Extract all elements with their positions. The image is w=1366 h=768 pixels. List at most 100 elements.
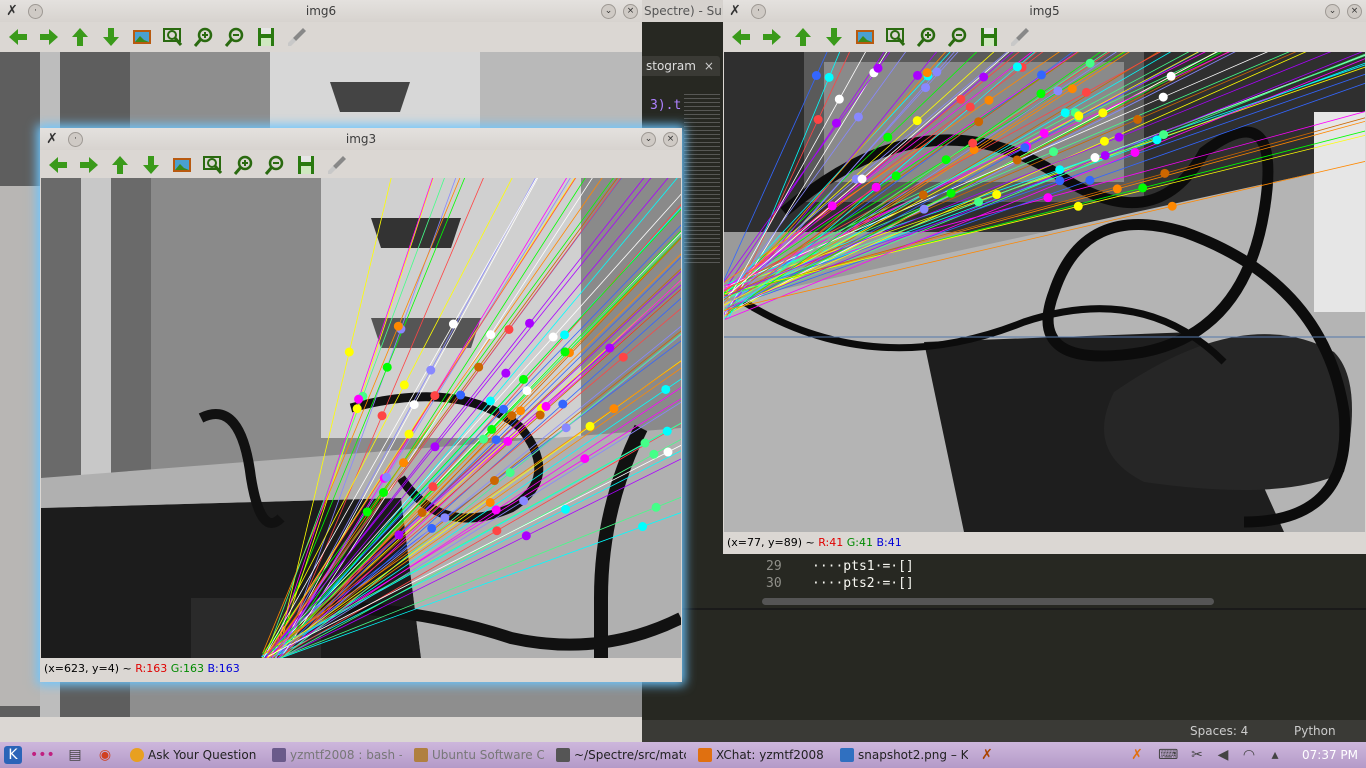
volume-icon[interactable]: ◀ bbox=[1214, 746, 1232, 764]
sublime-icon bbox=[556, 748, 570, 762]
image-icon[interactable] bbox=[130, 25, 154, 49]
background-window[interactable] bbox=[0, 186, 40, 706]
properties-icon[interactable] bbox=[1008, 25, 1032, 49]
arrow-left-icon[interactable] bbox=[729, 25, 753, 49]
file-manager-icon[interactable]: ▤ bbox=[66, 746, 84, 764]
kde-menu-icon[interactable]: K bbox=[4, 746, 22, 764]
close-icon[interactable]: × bbox=[1347, 4, 1362, 19]
keypoint bbox=[504, 324, 514, 334]
arrow-down-icon[interactable] bbox=[822, 25, 846, 49]
keypoint bbox=[1043, 193, 1053, 203]
keypoint bbox=[992, 190, 1002, 200]
arrow-left-icon[interactable] bbox=[46, 153, 70, 177]
keypoint bbox=[857, 174, 867, 184]
line-number: 29 bbox=[766, 559, 782, 574]
keypoint bbox=[609, 404, 619, 414]
keypoint bbox=[1055, 176, 1065, 186]
keypoint bbox=[428, 482, 438, 492]
keypoint bbox=[525, 318, 535, 328]
image-canvas[interactable] bbox=[41, 178, 681, 658]
green-value: G:41 bbox=[846, 536, 873, 549]
window-titlebar[interactable]: ✗ · img6 ⌄ × bbox=[0, 0, 642, 22]
toolbar bbox=[723, 22, 1366, 52]
keypoint bbox=[399, 380, 409, 390]
task-sublime[interactable]: ~/Spectre/src/matc bbox=[554, 745, 686, 765]
image-photo bbox=[724, 52, 1365, 532]
xchat-tray-icon[interactable]: ✗ bbox=[1128, 746, 1146, 764]
chevron-down-icon[interactable]: ⌄ bbox=[601, 4, 616, 19]
save-icon[interactable] bbox=[294, 153, 318, 177]
save-icon[interactable] bbox=[254, 25, 278, 49]
close-icon[interactable]: × bbox=[704, 56, 714, 76]
zoom-fit-icon[interactable] bbox=[161, 25, 185, 49]
keypoint bbox=[558, 399, 568, 409]
task-ksnapshot[interactable]: snapshot2.png – KSn bbox=[838, 745, 968, 765]
keypoint bbox=[1167, 201, 1177, 211]
code-line[interactable]: ····pts1·=·[] bbox=[812, 559, 914, 574]
zoom-out-icon[interactable] bbox=[263, 153, 287, 177]
close-icon[interactable]: × bbox=[623, 4, 638, 19]
task-xchat[interactable]: XChat: yzmtf2008 @ bbox=[696, 745, 828, 765]
arrow-right-icon[interactable] bbox=[760, 25, 784, 49]
keypoint bbox=[974, 117, 984, 127]
zoom-out-icon[interactable] bbox=[946, 25, 970, 49]
keyboard-icon[interactable]: ⌨ bbox=[1158, 746, 1178, 764]
keypoint bbox=[379, 488, 389, 498]
clipboard-icon[interactable]: ✂ bbox=[1188, 746, 1206, 764]
arrow-right-icon[interactable] bbox=[37, 25, 61, 49]
keypoint bbox=[640, 438, 650, 448]
language-indicator[interactable]: Python bbox=[1294, 720, 1336, 742]
close-icon[interactable]: × bbox=[663, 132, 678, 147]
keypoint bbox=[1012, 62, 1022, 72]
image-window-img3[interactable]: ✗ · img3 ⌄ × (x=623, y=4) ~ R:163 G:163 bbox=[40, 128, 682, 682]
properties-icon[interactable] bbox=[285, 25, 309, 49]
keypoint bbox=[649, 449, 659, 459]
wifi-icon[interactable]: ◠ bbox=[1240, 746, 1258, 764]
arrow-right-icon[interactable] bbox=[77, 153, 101, 177]
minimap[interactable] bbox=[684, 94, 720, 264]
keypoint bbox=[1073, 201, 1083, 211]
chrome-icon[interactable]: ◉ bbox=[96, 746, 114, 764]
zoom-fit-icon[interactable] bbox=[201, 153, 225, 177]
properties-icon[interactable] bbox=[325, 153, 349, 177]
task-software-center[interactable]: Ubuntu Software Ce bbox=[412, 745, 544, 765]
chevron-down-icon[interactable]: ⌄ bbox=[641, 132, 656, 147]
arrow-down-icon[interactable] bbox=[99, 25, 123, 49]
code-fragment: 3).t bbox=[650, 98, 682, 113]
opencv-window-icon[interactable]: ✗ bbox=[978, 746, 996, 764]
task-ask-your-question[interactable]: Ask Your Question bbox=[128, 745, 260, 765]
horizontal-scrollbar[interactable] bbox=[762, 598, 1214, 605]
chevron-up-icon[interactable]: ▴ bbox=[1266, 746, 1284, 764]
zoom-out-icon[interactable] bbox=[223, 25, 247, 49]
keypoint bbox=[382, 472, 392, 482]
spaces-indicator[interactable]: Spaces: 4 bbox=[1190, 720, 1248, 742]
chevron-down-icon[interactable]: ⌄ bbox=[1325, 4, 1340, 19]
code-line[interactable]: ····pts2·=·[] bbox=[812, 576, 914, 591]
image-canvas[interactable] bbox=[724, 52, 1365, 532]
image-icon[interactable] bbox=[853, 25, 877, 49]
arrow-left-icon[interactable] bbox=[6, 25, 30, 49]
keypoint bbox=[535, 410, 545, 420]
zoom-in-icon[interactable] bbox=[915, 25, 939, 49]
arrow-up-icon[interactable] bbox=[68, 25, 92, 49]
tab-histogram[interactable]: stogram × bbox=[640, 56, 720, 76]
task-bash[interactable]: yzmtf2008 : bash – l bbox=[270, 745, 402, 765]
image-window-img5[interactable]: ✗ · img5 ⌄ × (x=77, y=89) ~ R:41 G:41 B:… bbox=[723, 0, 1366, 554]
keypoint bbox=[853, 112, 863, 122]
image-icon[interactable] bbox=[170, 153, 194, 177]
keypoint bbox=[1055, 165, 1065, 175]
zoom-in-icon[interactable] bbox=[192, 25, 216, 49]
save-icon[interactable] bbox=[977, 25, 1001, 49]
arrow-up-icon[interactable] bbox=[791, 25, 815, 49]
activities-icon[interactable]: ••• bbox=[30, 746, 55, 764]
clock[interactable]: 07:37 PM bbox=[1302, 742, 1358, 768]
window-titlebar[interactable]: ✗ · img5 ⌄ × bbox=[723, 0, 1366, 22]
arrow-up-icon[interactable] bbox=[108, 153, 132, 177]
zoom-fit-icon[interactable] bbox=[884, 25, 908, 49]
zoom-in-icon[interactable] bbox=[232, 153, 256, 177]
toolbar bbox=[0, 22, 642, 52]
window-titlebar[interactable]: ✗ · img3 ⌄ × bbox=[40, 128, 682, 150]
keypoint bbox=[979, 72, 989, 82]
arrow-down-icon[interactable] bbox=[139, 153, 163, 177]
keypoint bbox=[651, 502, 661, 512]
